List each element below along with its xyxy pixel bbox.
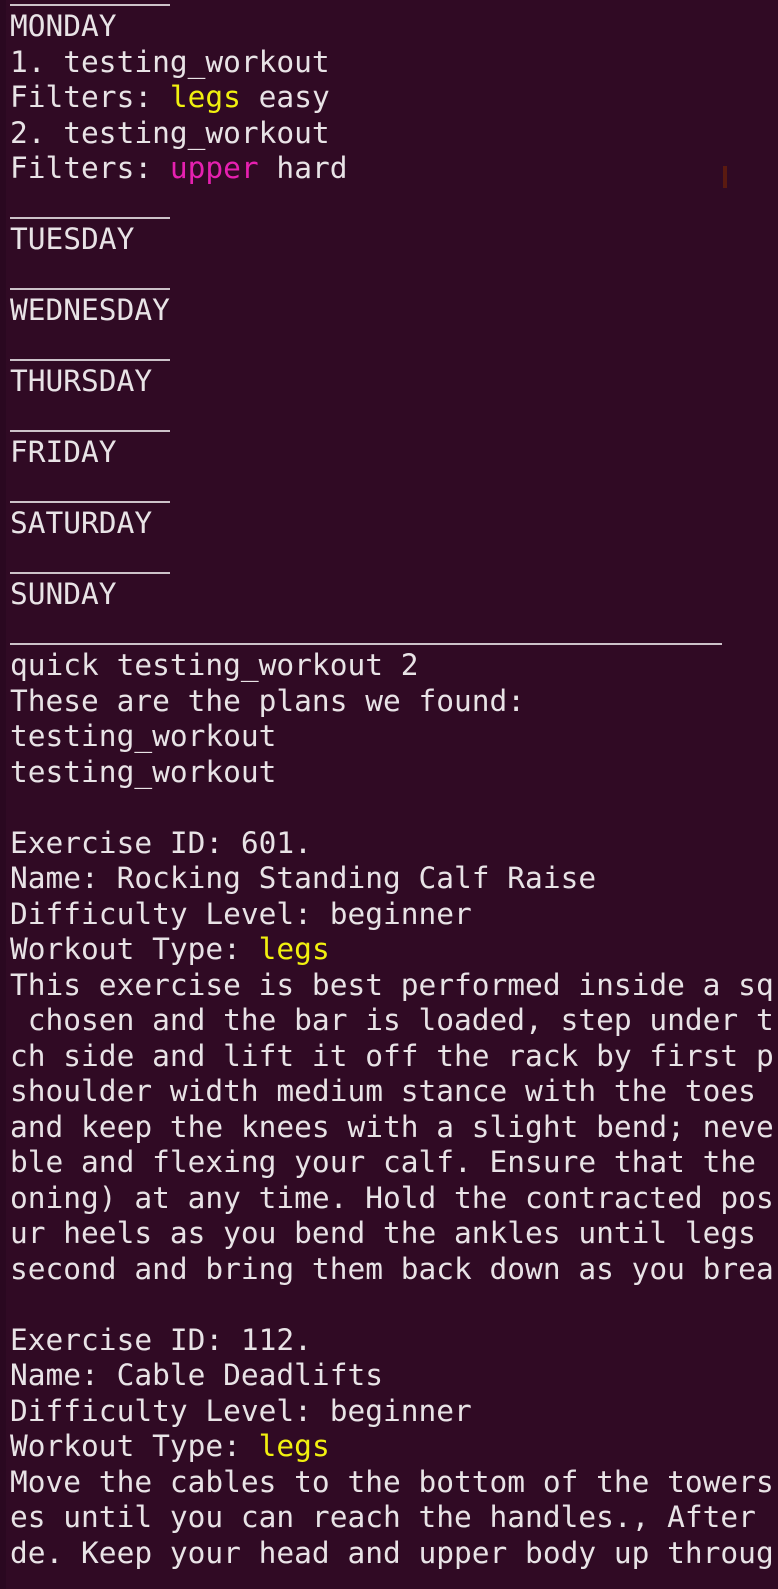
exercise-description-line: ur heels as you bend the ankles until le… bbox=[10, 1216, 774, 1250]
day-heading-sunday: SUNDAY bbox=[10, 577, 117, 611]
exercise-description-line: shoulder width medium stance with the to… bbox=[10, 1074, 774, 1108]
separator-day bbox=[10, 359, 170, 361]
exercise-description-line: oning) at any time. Hold the contracted … bbox=[10, 1181, 774, 1215]
filter-tag-upper: upper bbox=[169, 151, 259, 185]
exercise-type: Workout Type: legs bbox=[10, 1428, 330, 1464]
separator-day bbox=[10, 217, 170, 219]
exercise-description-line: de. Keep your head and upper body up thr… bbox=[10, 1536, 774, 1570]
terminal-left-border bbox=[0, 0, 6, 1589]
render-artifact bbox=[723, 166, 727, 188]
exercise-description-line: ble and flexing your calf. Ensure that t… bbox=[10, 1145, 774, 1179]
exercise-description-line: This exercise is best performed inside a… bbox=[10, 968, 774, 1002]
workout-entry: 2. testing_workout bbox=[10, 116, 330, 150]
day-heading-wednesday: WEDNESDAY bbox=[10, 293, 170, 327]
separator-day bbox=[10, 501, 170, 503]
exercise-id: Exercise ID: 601. bbox=[10, 826, 312, 860]
separator-long bbox=[10, 643, 722, 645]
exercise-description-line: es until you can reach the handles., Aft… bbox=[10, 1500, 774, 1534]
filter-tag-legs: legs bbox=[169, 80, 241, 114]
exercise-difficulty: Difficulty Level: beginner bbox=[10, 897, 472, 931]
exercise-id: Exercise ID: 112. bbox=[10, 1323, 312, 1357]
separator-day bbox=[10, 572, 170, 574]
filter-level: easy bbox=[240, 80, 330, 114]
workout-filters: Filters: legs easy bbox=[10, 79, 330, 115]
filter-level: hard bbox=[258, 151, 348, 185]
exercise-description-line: and keep the knees with a slight bend; n… bbox=[10, 1110, 774, 1144]
exercise-description-line: ch side and lift it off the rack by firs… bbox=[10, 1039, 774, 1073]
day-heading-monday: MONDAY bbox=[10, 9, 117, 43]
exercise-type: Workout Type: legs bbox=[10, 931, 330, 967]
type-label: Workout Type: bbox=[10, 932, 259, 966]
found-message: These are the plans we found: bbox=[10, 684, 526, 718]
exercise-name: Name: Rocking Standing Calf Raise bbox=[10, 861, 597, 895]
found-plan: testing_workout bbox=[10, 719, 277, 753]
exercise-difficulty: Difficulty Level: beginner bbox=[10, 1394, 472, 1428]
separator-day bbox=[10, 288, 170, 290]
workout-entry: 1. testing_workout bbox=[10, 45, 330, 79]
exercise-description-line: chosen and the bar is loaded, step under… bbox=[10, 1003, 774, 1037]
day-heading-friday: FRIDAY bbox=[10, 435, 117, 469]
found-plan: testing_workout bbox=[10, 755, 277, 789]
workout-filters: Filters: upper hard bbox=[10, 150, 347, 186]
filters-label: Filters: bbox=[10, 80, 170, 114]
exercise-description-line: Move the cables to the bottom of the tow… bbox=[10, 1465, 774, 1499]
day-heading-tuesday: TUESDAY bbox=[10, 222, 135, 256]
type-label: Workout Type: bbox=[10, 1429, 259, 1463]
exercise-description-line: second and bring them back down as you b… bbox=[10, 1252, 774, 1286]
day-heading-thursday: THURSDAY bbox=[10, 364, 153, 398]
terminal-window[interactable]: MONDAY 1. testing_workout Filters: legs … bbox=[0, 0, 778, 1589]
filters-label: Filters: bbox=[10, 151, 170, 185]
type-tag-legs: legs bbox=[258, 1429, 330, 1463]
exercise-name: Name: Cable Deadlifts bbox=[10, 1358, 383, 1392]
separator-day bbox=[10, 430, 170, 432]
day-heading-saturday: SATURDAY bbox=[10, 506, 153, 540]
command-line: quick testing_workout 2 bbox=[10, 648, 419, 682]
type-tag-legs: legs bbox=[258, 932, 330, 966]
separator-top bbox=[10, 4, 170, 6]
